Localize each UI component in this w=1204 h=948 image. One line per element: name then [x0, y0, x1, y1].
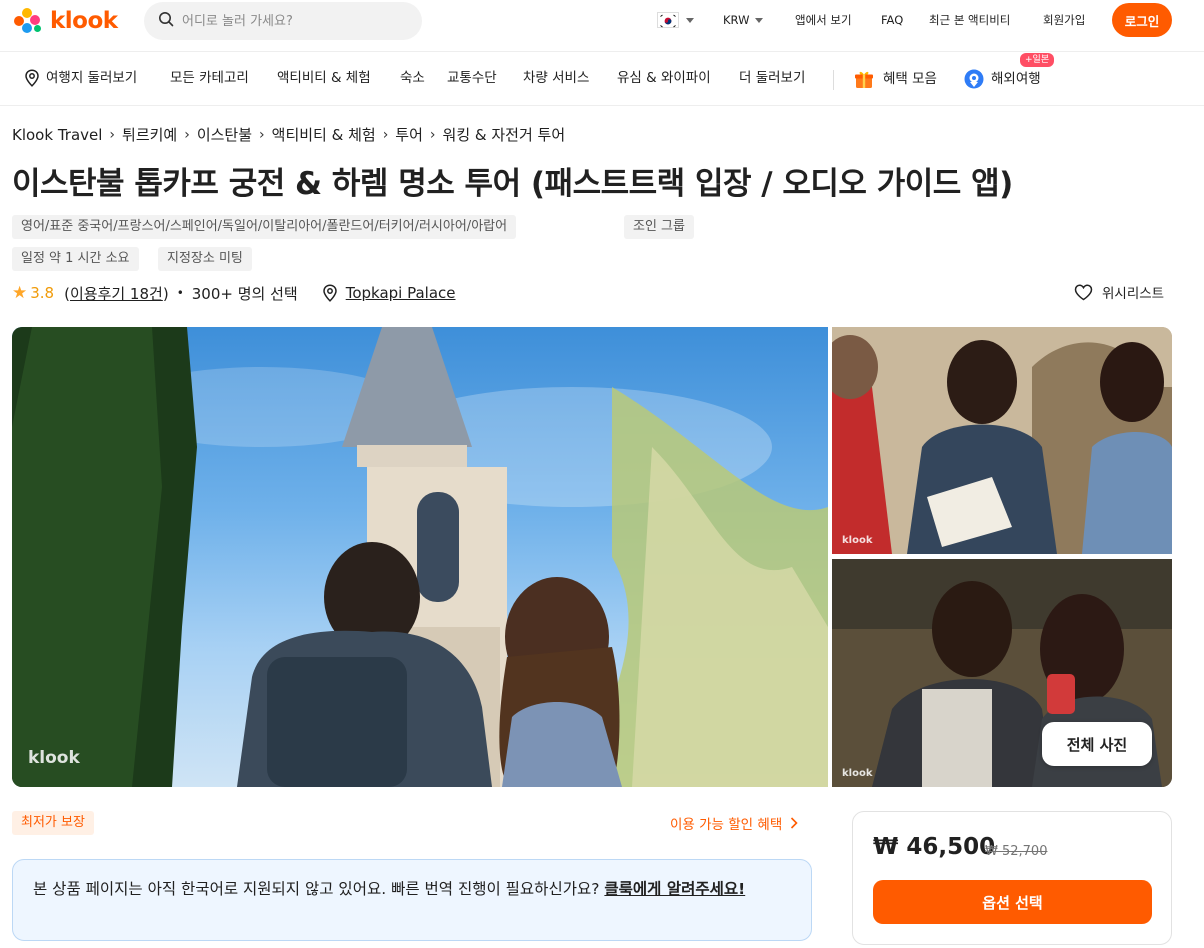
- breadcrumb: Klook Travel › 튀르키예 › 이스탄불 › 액티비티 & 체험 › 투어 ›…: [12, 124, 565, 145]
- page-title: 이스탄불 톱카프 궁전 & 하렘 명소 투어 (패스트트랙 입장 / 오디오 가…: [12, 166, 1013, 202]
- recently-viewed-link[interactable]: 최근 본 액티비티: [929, 12, 1010, 28]
- location-link[interactable]: Topkapi Palace: [346, 284, 456, 302]
- nav-item-overseas[interactable]: 해외여행: [963, 68, 1041, 90]
- search-icon: [158, 11, 174, 31]
- product-meta: ★ 3.8 (이용후기 18건) • 300+ 명의 선택 Topkapi Pa…: [12, 282, 456, 304]
- price-card: ₩ 46,500 ₩ 52,700 옵션 선택: [852, 811, 1172, 945]
- original-price: ₩ 52,700: [985, 844, 1048, 859]
- notice-link[interactable]: 클룩에게 알려주세요!: [604, 880, 745, 898]
- faq-link[interactable]: FAQ: [881, 12, 903, 28]
- view-all-photos-button[interactable]: 전체 사진: [1042, 722, 1152, 766]
- location-pin-icon: [322, 284, 338, 302]
- chevron-right-icon: ›: [429, 126, 436, 143]
- chevron-right-icon: ›: [259, 126, 265, 143]
- chevron-right-icon: ›: [109, 126, 116, 143]
- discount-link[interactable]: 이용 가능 할인 혜택: [670, 813, 798, 833]
- nav-item-destinations[interactable]: 여행지 둘러보기: [24, 68, 137, 88]
- nav-item-car-services[interactable]: 차량 서비스: [523, 68, 589, 88]
- rating-score: 3.8: [30, 284, 55, 302]
- klook-logo[interactable]: klook: [12, 6, 118, 36]
- booked-count: 300+ 명의 선택: [191, 284, 298, 303]
- breadcrumb-item[interactable]: Klook Travel: [12, 126, 102, 144]
- best-price-badge: 최저가 보장: [12, 811, 94, 835]
- chevron-right-icon: ›: [184, 126, 190, 143]
- app-link[interactable]: 앱에서 보기: [795, 12, 852, 28]
- currency-chevron-down-icon: [755, 18, 764, 23]
- globe-pin-icon: [963, 68, 985, 90]
- map-pin-icon: [24, 69, 40, 87]
- klook-watermark: klook: [842, 535, 873, 546]
- star-icon: ★: [12, 283, 28, 303]
- search-input[interactable]: [182, 13, 402, 29]
- category-nav: 여행지 둘러보기 모든 카테고리 액티비티 & 체험 숙소 교통수단 차량 서비…: [0, 52, 1204, 106]
- breadcrumb-item[interactable]: 워킹 & 자전거 투어: [443, 124, 566, 145]
- wishlist-button[interactable]: 위시리스트: [1074, 282, 1164, 302]
- top-header: klook KRW 앱에서 보기 FAQ 최근 본 액티비티 회원가입 로그인: [0, 0, 1204, 52]
- nav-item-activities[interactable]: 액티비티 & 체험: [277, 68, 371, 88]
- klook-watermark: klook: [842, 768, 873, 779]
- nav-item-all-categories[interactable]: 모든 카테고리: [170, 68, 249, 88]
- separator-dot: •: [176, 286, 184, 300]
- login-button[interactable]: 로그인: [1112, 3, 1172, 37]
- klook-logo-text: klook: [50, 8, 118, 34]
- nav-item-label: 여행지 둘러보기: [46, 70, 138, 86]
- nav-item-more[interactable]: 더 둘러보기: [739, 68, 805, 88]
- japan-badge: +일본: [1020, 53, 1055, 67]
- nav-divider: [833, 70, 834, 90]
- gallery-photo-top[interactable]: klook: [832, 327, 1172, 554]
- klook-watermark: klook: [28, 748, 80, 768]
- signup-link[interactable]: 회원가입: [1043, 12, 1085, 28]
- reviews-paren-close: ): [162, 284, 169, 303]
- nav-item-benefits[interactable]: 혜택 모음: [853, 68, 937, 90]
- reviews-label: 이용후기 18건: [69, 284, 163, 303]
- klook-logo-icon: [12, 6, 46, 36]
- currency-label: KRW: [723, 13, 750, 27]
- chevron-right-icon: [790, 817, 798, 829]
- breadcrumb-item[interactable]: 튀르키예: [122, 124, 177, 145]
- overseas-label: 해외여행: [991, 71, 1041, 87]
- nav-item-transport[interactable]: 교통수단: [447, 68, 497, 88]
- benefits-label: 혜택 모음: [883, 71, 937, 87]
- language-tag: 영어/표준 중국어/프랑스어/스페인어/독일어/이탈리아어/폴란드어/터키어/러…: [12, 215, 517, 239]
- heart-icon: [1074, 284, 1093, 301]
- breadcrumb-item[interactable]: 이스탄불: [197, 124, 252, 145]
- duration-tag: 일정 약 1 시간 소요: [12, 247, 139, 271]
- breadcrumb-item[interactable]: 액티비티 & 체험: [272, 124, 376, 145]
- group-tag: 조인 그룹: [624, 215, 694, 239]
- notice-text: 본 상품 페이지는 아직 한국어로 지원되지 않고 있어요. 빠른 번역 진행이…: [33, 880, 605, 898]
- currency-selector[interactable]: KRW: [723, 12, 764, 28]
- discount-label: 이용 가능 할인 혜택: [670, 817, 783, 833]
- meeting-tag: 지정장소 미팅: [158, 247, 252, 271]
- reviews-link[interactable]: (이용후기 18건): [64, 283, 169, 304]
- language-flag-icon[interactable]: [657, 12, 679, 28]
- wishlist-label: 위시리스트: [1102, 286, 1165, 302]
- current-price: ₩ 46,500: [873, 834, 996, 860]
- translation-notice: 본 상품 페이지는 아직 한국어로 지원되지 않고 있어요. 빠른 번역 진행이…: [12, 859, 812, 941]
- nav-item-stays[interactable]: 숙소: [400, 68, 425, 88]
- main-photo[interactable]: klook: [12, 327, 828, 787]
- nav-item-sim-wifi[interactable]: 유심 & 와이파이: [617, 68, 711, 88]
- breadcrumb-item[interactable]: 투어: [395, 124, 423, 145]
- language-chevron-down-icon[interactable]: [686, 18, 694, 23]
- chevron-right-icon: ›: [382, 126, 389, 143]
- select-options-button[interactable]: 옵션 선택: [873, 880, 1152, 924]
- search-bar[interactable]: [144, 2, 422, 40]
- gift-icon: [853, 68, 875, 90]
